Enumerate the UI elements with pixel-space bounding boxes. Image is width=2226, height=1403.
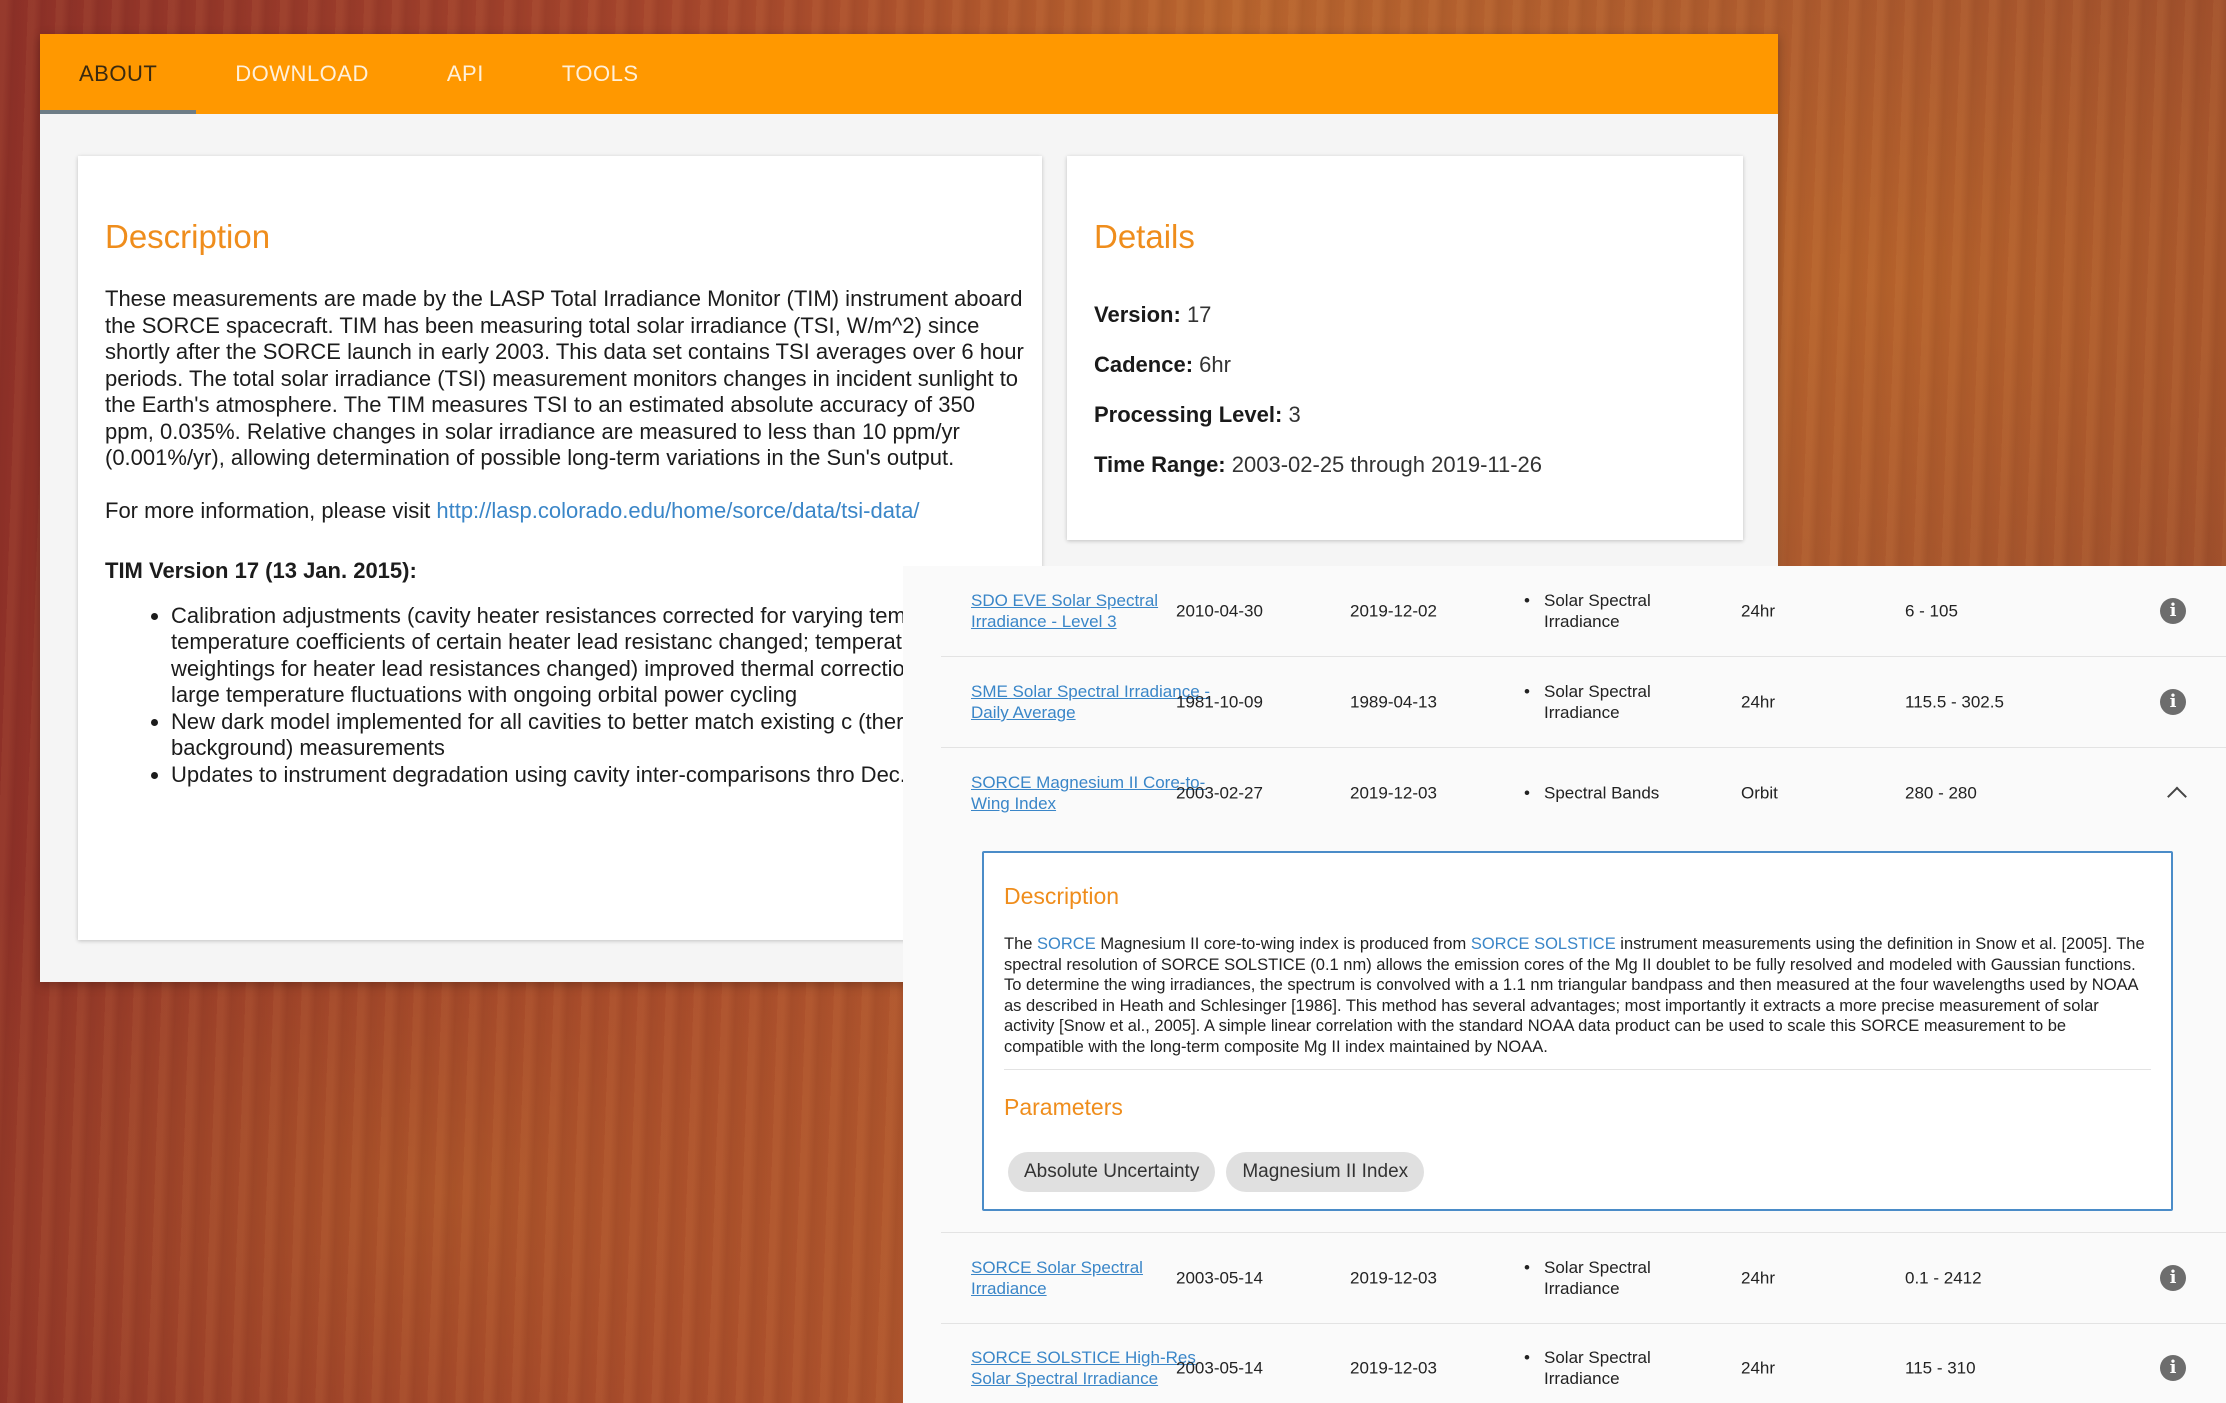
version-note: New dark model implemented for all cavit… [171, 709, 1025, 762]
wavelength-range: 280 - 280 [1905, 783, 1977, 803]
cadence: Orbit [1741, 783, 1778, 803]
start-date: 2003-02-27 [1176, 783, 1263, 803]
start-date: 2003-05-14 [1176, 1268, 1263, 1288]
detail-level: Processing Level: 3 [1094, 402, 1542, 430]
expanded-description-text: The SORCE Magnesium II core-to-wing inde… [1004, 934, 2149, 1057]
measurement-type: Solar Spectral Irradiance [1524, 1257, 1694, 1299]
start-date: 2003-05-14 [1176, 1358, 1263, 1378]
more-info-link[interactable]: http://lasp.colorado.edu/home/sorce/data… [436, 498, 919, 523]
wavelength-range: 115 - 310 [1905, 1358, 1976, 1378]
version-note: Updates to instrument degradation using … [171, 762, 1025, 789]
table-row: SORCE SOLSTICE High-Res Solar Spectral I… [941, 1323, 2226, 1403]
desc-part: Magnesium II core-to-wing index is produ… [1100, 935, 1467, 953]
detail-cadence-label: Cadence: [1094, 352, 1194, 377]
info-icon[interactable]: i [2160, 1355, 2186, 1381]
description-body: These measurements are made by the LASP … [105, 286, 1025, 788]
details-card: Details Version: 17 Cadence: 6hr Process… [1067, 156, 1743, 540]
cadence: 24hr [1741, 1358, 1776, 1378]
dataset-name-link[interactable]: SORCE Solar Spectral Irradiance [971, 1257, 1211, 1299]
details-body: Version: 17 Cadence: 6hr Processing Leve… [1094, 302, 1542, 502]
detail-version: Version: 17 [1094, 302, 1542, 330]
more-info-prefix: For more information, please visit [105, 497, 431, 523]
expanded-details: Description The SORCE Magnesium II core-… [982, 851, 2173, 1211]
desc-part: instrument measurements using the defini… [1004, 935, 2145, 1056]
table-row: SORCE Solar Spectral Irradiance 2003-05-… [941, 1232, 2226, 1324]
parameter-chip[interactable]: Absolute Uncertainty [1008, 1152, 1216, 1192]
detail-level-value: 3 [1288, 402, 1301, 427]
detail-range-label: Time Range: [1094, 452, 1226, 477]
tab-download[interactable]: DOWNLOAD [196, 34, 408, 114]
version-note: Calibration adjustments (cavity heater r… [171, 603, 1025, 709]
tab-tools[interactable]: TOOLS [523, 34, 678, 114]
detail-version-label: Version: [1094, 302, 1181, 327]
detail-range-value: 2003-02-25 through 2019-11-26 [1231, 452, 1543, 477]
tab-bar: ABOUT DOWNLOAD API TOOLS [40, 34, 1778, 114]
divider [1004, 1069, 2151, 1070]
info-icon[interactable]: i [2160, 1265, 2186, 1291]
end-date: 2019-12-03 [1350, 783, 1437, 803]
start-date: 2010-04-30 [1176, 601, 1263, 621]
sorce-link[interactable]: SORCE [1037, 935, 1096, 953]
expanded-description-title: Description [1004, 883, 1120, 909]
parameter-chips: Absolute Uncertainty Magnesium II Index [1008, 1152, 1425, 1192]
detail-cadence: Cadence: 6hr [1094, 352, 1542, 380]
detail-cadence-value: 6hr [1199, 352, 1231, 377]
cadence: 24hr [1741, 601, 1776, 621]
version-title: TIM Version 17 (13 Jan. 2015): [105, 558, 417, 583]
start-date: 1981-10-09 [1176, 692, 1263, 712]
table-row-expanded[interactable]: SORCE Magnesium II Core-to-Wing Index 20… [941, 748, 2226, 838]
details-title: Details [1094, 218, 1195, 255]
more-info: For more information, please visit http:… [105, 498, 1025, 525]
measurement-type: Spectral Bands [1524, 783, 1694, 804]
cadence: 24hr [1741, 1268, 1776, 1288]
end-date: 2019-12-02 [1350, 601, 1437, 621]
info-icon[interactable]: i [2160, 689, 2186, 715]
dataset-list-panel: SDO EVE Solar Spectral Irradiance - Leve… [903, 566, 2226, 1403]
table-row: SME Solar Spectral Irradiance - Daily Av… [941, 657, 2226, 748]
description-card: Description These measurements are made … [78, 156, 1042, 940]
end-date: 1989-04-13 [1350, 692, 1437, 712]
dataset-name-link[interactable]: SDO EVE Solar Spectral Irradiance - Leve… [971, 590, 1211, 632]
end-date: 2019-12-03 [1350, 1268, 1437, 1288]
desc-part: The [1004, 935, 1033, 953]
wavelength-range: 0.1 - 2412 [1905, 1268, 1982, 1288]
tab-about[interactable]: ABOUT [40, 34, 197, 114]
wavelength-range: 6 - 105 [1905, 601, 1958, 621]
description-text: These measurements are made by the LASP … [105, 286, 1024, 470]
detail-level-label: Processing Level: [1094, 402, 1283, 427]
chevron-up-icon[interactable] [2167, 786, 2187, 807]
measurement-type: Solar Spectral Irradiance [1524, 590, 1694, 632]
sorce-solstice-link[interactable]: SORCE SOLSTICE [1471, 935, 1616, 953]
detail-time-range: Time Range: 2003-02-25 through 2019-11-2… [1094, 452, 1542, 480]
parameters-title: Parameters [1004, 1094, 1123, 1120]
dataset-name-link[interactable]: SORCE Magnesium II Core-to-Wing Index [971, 772, 1211, 814]
dataset-name-link[interactable]: SORCE SOLSTICE High-Res Solar Spectral I… [971, 1347, 1211, 1389]
wavelength-range: 115.5 - 302.5 [1905, 692, 2004, 712]
measurement-type: Solar Spectral Irradiance [1524, 681, 1694, 723]
dataset-name-link[interactable]: SME Solar Spectral Irradiance - Daily Av… [971, 681, 1211, 723]
description-title: Description [105, 218, 271, 255]
detail-version-value: 17 [1186, 302, 1212, 327]
parameter-chip[interactable]: Magnesium II Index [1226, 1152, 1425, 1192]
measurement-type: Solar Spectral Irradiance [1524, 1347, 1694, 1389]
end-date: 2019-12-03 [1350, 1358, 1437, 1378]
cadence: 24hr [1741, 692, 1776, 712]
info-icon[interactable]: i [2160, 598, 2186, 624]
table-row: SDO EVE Solar Spectral Irradiance - Leve… [941, 566, 2226, 657]
version-notes-list: Calibration adjustments (cavity heater r… [105, 603, 1025, 789]
tab-api[interactable]: API [408, 34, 523, 114]
